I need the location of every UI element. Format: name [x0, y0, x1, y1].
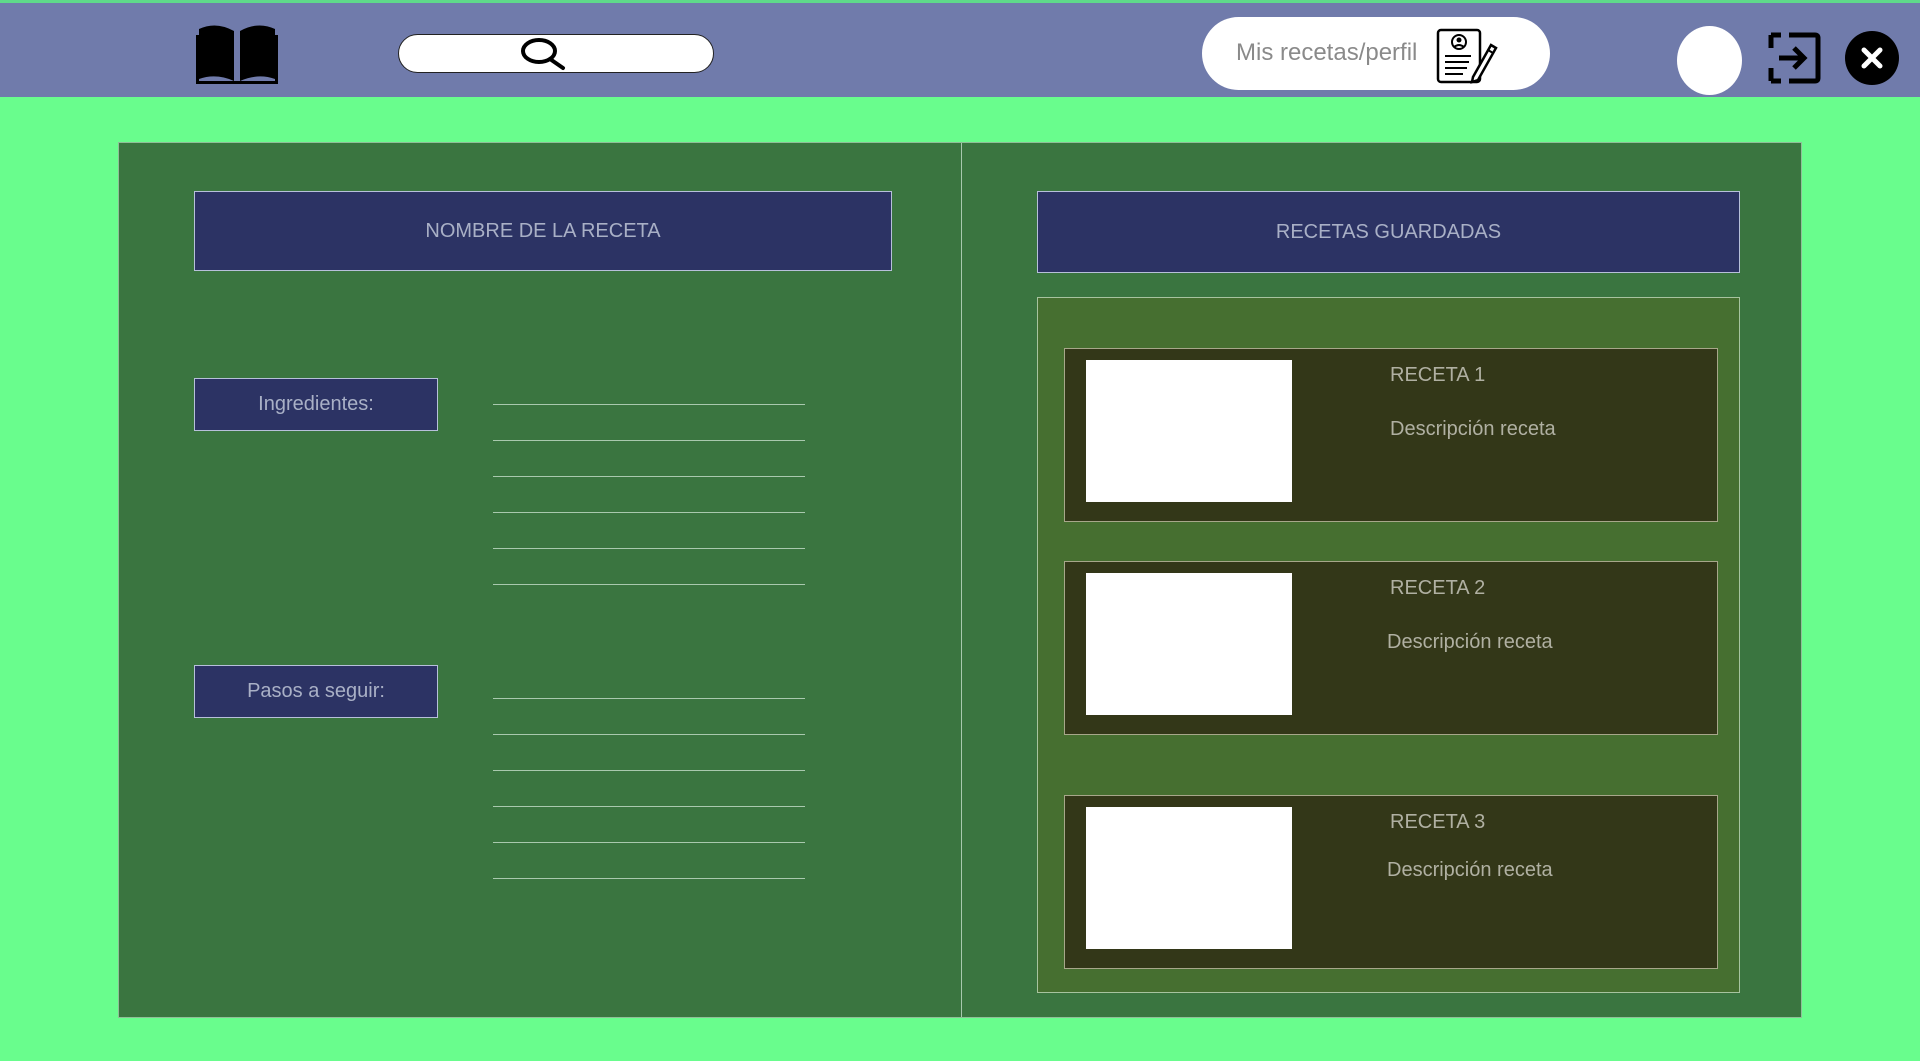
logout-icon[interactable]: [1767, 31, 1821, 85]
top-bar: Mis recetas/perfil: [0, 0, 1920, 97]
recipe-thumbnail: [1086, 807, 1292, 949]
close-icon[interactable]: [1845, 31, 1899, 85]
ingredient-line[interactable]: [493, 440, 805, 441]
steps-label: Pasos a seguir:: [247, 680, 385, 702]
saved-recipes-list: RECETA 1 Descripción receta RECETA 2 Des…: [1037, 297, 1740, 993]
recipe-card-description: Descripción receta: [1387, 859, 1553, 881]
recipe-card-description: Descripción receta: [1387, 631, 1553, 653]
step-line[interactable]: [493, 806, 805, 807]
saved-recipe-card-1[interactable]: RECETA 1 Descripción receta: [1064, 348, 1718, 522]
saved-recipes-title: RECETAS GUARDADAS: [1275, 220, 1502, 243]
ingredient-line[interactable]: [493, 548, 805, 549]
ingredient-line[interactable]: [493, 476, 805, 477]
step-line[interactable]: [493, 698, 805, 699]
step-line[interactable]: [493, 734, 805, 735]
my-recipes-profile-label: Mis recetas/perfil: [1236, 39, 1418, 66]
search-icon[interactable]: [519, 37, 571, 71]
book-icon[interactable]: [196, 21, 278, 85]
ingredient-line[interactable]: [493, 584, 805, 585]
step-line[interactable]: [493, 770, 805, 771]
steps-label-box: Pasos a seguir:: [194, 665, 438, 718]
ingredients-label-box: Ingredientes:: [194, 378, 438, 431]
recipe-book: NOMBRE DE LA RECETA Ingredientes: Pasos …: [118, 142, 1802, 1018]
search-input[interactable]: [398, 34, 714, 73]
recipe-name-label: NOMBRE DE LA RECETA: [425, 219, 661, 242]
avatar[interactable]: [1677, 26, 1742, 95]
recipe-card-name: RECETA 2: [1390, 577, 1486, 599]
recipe-card-name: RECETA 1: [1390, 364, 1486, 386]
recipe-name-field[interactable]: NOMBRE DE LA RECETA: [194, 191, 892, 271]
recipe-card-description: Descripción receta: [1390, 418, 1556, 440]
ingredients-label: Ingredientes:: [258, 393, 374, 415]
step-line[interactable]: [493, 878, 805, 879]
step-line[interactable]: [493, 842, 805, 843]
ingredient-line[interactable]: [493, 404, 805, 405]
saved-recipes-header: RECETAS GUARDADAS: [1037, 191, 1740, 273]
book-spine: [961, 143, 962, 1017]
profile-edit-icon: [1435, 27, 1499, 85]
recipe-card-name: RECETA 3: [1390, 811, 1486, 833]
saved-recipe-card-3[interactable]: RECETA 3 Descripción receta: [1064, 795, 1718, 969]
recipe-thumbnail: [1086, 360, 1292, 502]
recipe-thumbnail: [1086, 573, 1292, 715]
my-recipes-profile-button[interactable]: Mis recetas/perfil: [1202, 17, 1550, 90]
saved-recipe-card-2[interactable]: RECETA 2 Descripción receta: [1064, 561, 1718, 735]
ingredient-line[interactable]: [493, 512, 805, 513]
